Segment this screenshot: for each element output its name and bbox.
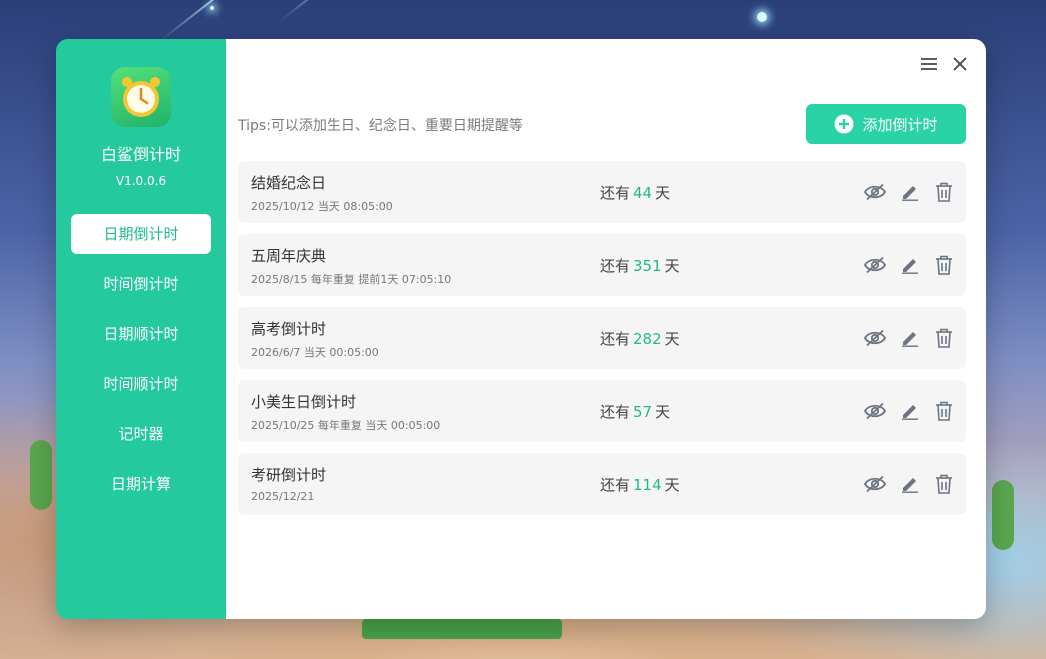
- countdown-remaining: 还有 57 天: [600, 401, 670, 422]
- delete-trash-icon[interactable]: [932, 472, 956, 496]
- countdown-title: 五周年庆典: [251, 247, 327, 265]
- countdown-list: 结婚纪念日 2025/10/12 当天 08:05:00 还有 44 天 五周年庆典…: [238, 161, 966, 526]
- delete-trash-icon[interactable]: [932, 326, 956, 350]
- remain-suffix: 天: [655, 184, 671, 202]
- sidebar-item-date-calc[interactable]: 日期计算: [71, 464, 211, 504]
- countdown-subtitle: 2025/8/15 每年重复 提前1天 07:05:10: [251, 273, 452, 286]
- countdown-row[interactable]: 五周年庆典 2025/8/15 每年重复 提前1天 07:05:10 还有 351…: [238, 234, 966, 296]
- delete-trash-icon[interactable]: [932, 180, 956, 204]
- countdown-title: 小美生日倒计时: [251, 393, 357, 411]
- sidebar: 白鲨倒计时 V1.0.0.6 日期倒计时 时间倒计时 日期顺计时 时间顺计时 记…: [56, 39, 226, 619]
- hide-eye-icon[interactable]: [863, 399, 887, 423]
- close-icon[interactable]: [949, 53, 971, 75]
- add-countdown-label: 添加倒计时: [862, 115, 938, 134]
- app-window: 白鲨倒计时 V1.0.0.6 日期倒计时 时间倒计时 日期顺计时 时间顺计时 记…: [56, 39, 986, 619]
- delete-trash-icon[interactable]: [932, 399, 956, 423]
- edit-pencil-icon[interactable]: [898, 326, 922, 350]
- remain-prefix: 还有: [600, 330, 631, 348]
- remain-suffix: 天: [664, 330, 680, 348]
- remain-prefix: 还有: [600, 403, 631, 421]
- countdown-subtitle: 2025/10/12 当天 08:05:00: [251, 200, 393, 213]
- countdown-remaining: 还有 44 天: [600, 182, 670, 203]
- sidebar-item-timer[interactable]: 记时器: [71, 414, 211, 454]
- hide-eye-icon[interactable]: [863, 180, 887, 204]
- sidebar-item-time-countup[interactable]: 时间顺计时: [71, 364, 211, 404]
- sidebar-nav: 日期倒计时 时间倒计时 日期顺计时 时间顺计时 记时器 日期计算: [71, 214, 211, 514]
- edit-pencil-icon[interactable]: [898, 472, 922, 496]
- countdown-title: 结婚纪念日: [251, 174, 327, 192]
- remain-suffix: 天: [664, 257, 680, 275]
- edit-pencil-icon[interactable]: [898, 399, 922, 423]
- remain-days: 351: [633, 257, 662, 275]
- alarm-clock-icon: [111, 67, 171, 127]
- hide-eye-icon[interactable]: [863, 472, 887, 496]
- edit-pencil-icon[interactable]: [898, 253, 922, 277]
- sidebar-item-time-countdown[interactable]: 时间倒计时: [71, 264, 211, 304]
- remain-days: 114: [633, 476, 662, 494]
- delete-trash-icon[interactable]: [932, 253, 956, 277]
- countdown-remaining: 还有 114 天: [600, 474, 680, 495]
- remain-prefix: 还有: [600, 476, 631, 494]
- countdown-remaining: 还有 282 天: [600, 328, 680, 349]
- sidebar-item-date-countup[interactable]: 日期顺计时: [71, 314, 211, 354]
- remain-days: 282: [633, 330, 662, 348]
- countdown-row[interactable]: 结婚纪念日 2025/10/12 当天 08:05:00 还有 44 天: [238, 161, 966, 223]
- countdown-row[interactable]: 高考倒计时 2026/6/7 当天 00:05:00 还有 282 天: [238, 307, 966, 369]
- tips-text: Tips:可以添加生日、纪念日、重要日期提醒等: [238, 118, 523, 134]
- countdown-subtitle: 2026/6/7 当天 00:05:00: [251, 346, 379, 359]
- countdown-subtitle: 2025/12/21: [251, 490, 315, 503]
- app-name: 白鲨倒计时: [100, 145, 181, 164]
- menu-icon[interactable]: [918, 53, 940, 75]
- edit-pencil-icon[interactable]: [898, 180, 922, 204]
- countdown-row[interactable]: 考研倒计时 2025/12/21 还有 114 天: [238, 453, 966, 515]
- countdown-title: 高考倒计时: [251, 320, 327, 338]
- sidebar-item-date-countdown[interactable]: 日期倒计时: [71, 214, 211, 254]
- countdown-remaining: 还有 351 天: [600, 255, 680, 276]
- plus-circle-icon: [834, 114, 854, 134]
- hide-eye-icon[interactable]: [863, 253, 887, 277]
- remain-prefix: 还有: [600, 257, 631, 275]
- countdown-subtitle: 2025/10/25 每年重复 当天 00:05:00: [251, 419, 441, 432]
- hide-eye-icon[interactable]: [863, 326, 887, 350]
- countdown-title: 考研倒计时: [251, 466, 327, 484]
- countdown-row[interactable]: 小美生日倒计时 2025/10/25 每年重复 当天 00:05:00 还有 57…: [238, 380, 966, 442]
- remain-prefix: 还有: [600, 184, 631, 202]
- main-panel: Tips:可以添加生日、纪念日、重要日期提醒等 添加倒计时 结婚纪念日 2025…: [226, 39, 986, 619]
- remain-suffix: 天: [664, 476, 680, 494]
- remain-days: 44: [633, 184, 653, 202]
- app-version: V1.0.0.6: [115, 174, 167, 188]
- add-countdown-button[interactable]: 添加倒计时: [806, 104, 966, 144]
- remain-suffix: 天: [655, 403, 671, 421]
- remain-days: 57: [633, 403, 653, 421]
